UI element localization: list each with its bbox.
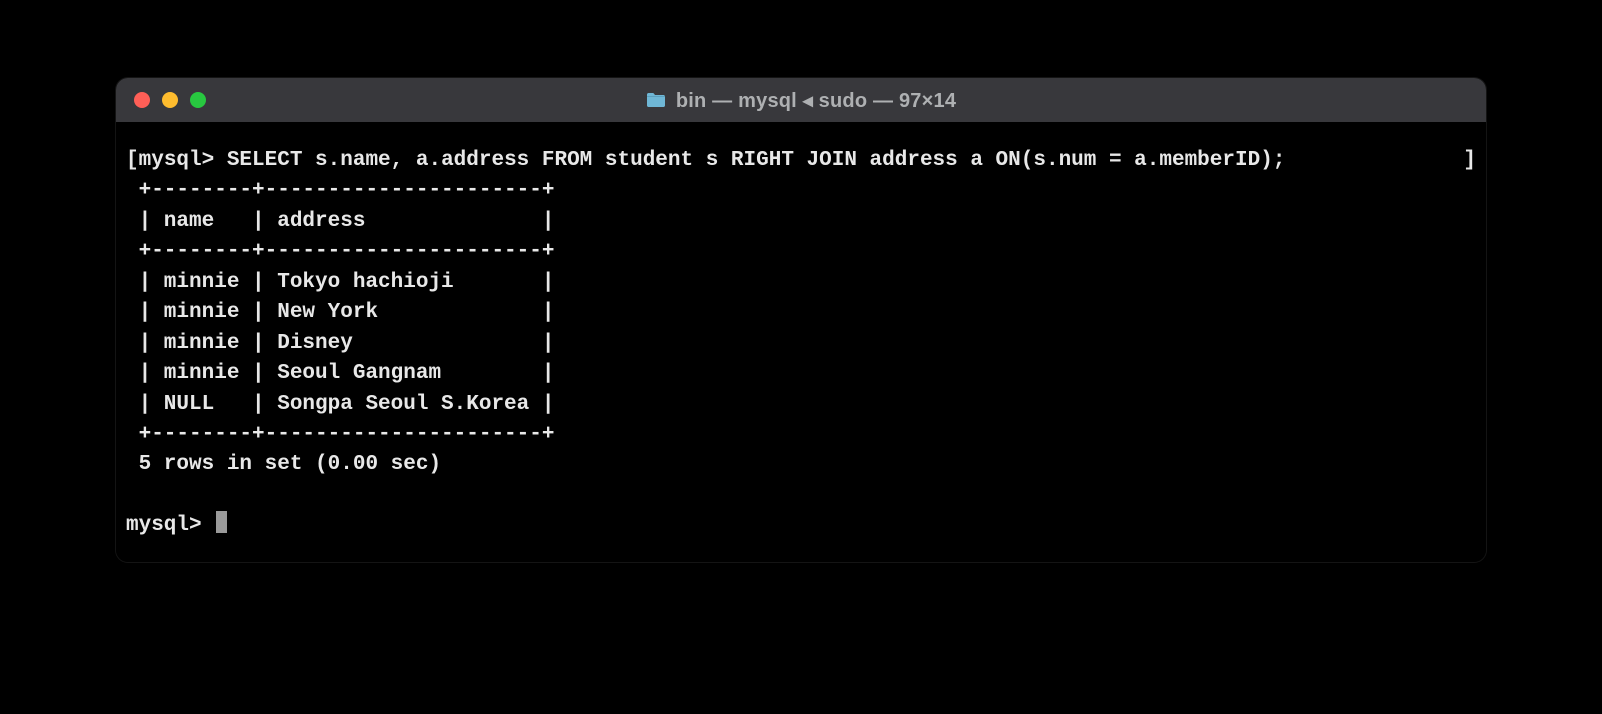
table-row: | minnie | Seoul Gangnam |	[126, 359, 1476, 389]
terminal-body[interactable]: [mysql> SELECT s.name, a.address FROM st…	[116, 122, 1486, 562]
table-row: | NULL | Songpa Seoul S.Korea |	[126, 390, 1476, 420]
table-border: +--------+----------------------+	[126, 176, 1476, 206]
table-row: | minnie | Tokyo hachioji |	[126, 268, 1476, 298]
sql-query: SELECT s.name, a.address FROM student s …	[227, 149, 1286, 172]
result-summary: 5 rows in set (0.00 sec)	[126, 450, 1476, 480]
window-title: bin — mysql ◂ sudo — 97×14	[116, 88, 1486, 113]
folder-icon	[646, 92, 666, 108]
window-title-text: bin — mysql ◂ sudo — 97×14	[676, 88, 956, 113]
zoom-icon[interactable]	[190, 92, 206, 108]
table-border: +--------+----------------------+	[126, 237, 1476, 267]
table-border: +--------+----------------------+	[126, 420, 1476, 450]
table-row: | minnie | Disney |	[126, 329, 1476, 359]
minimize-icon[interactable]	[162, 92, 178, 108]
cursor-icon	[216, 511, 227, 533]
terminal-window: bin — mysql ◂ sudo — 97×14 [mysql> SELEC…	[116, 78, 1486, 562]
prompt-line: mysql>	[126, 511, 1476, 541]
prompt-line: [mysql> SELECT s.name, a.address FROM st…	[126, 146, 1476, 176]
table-row: | minnie | New York |	[126, 298, 1476, 328]
titlebar: bin — mysql ◂ sudo — 97×14	[116, 78, 1486, 122]
blank-line	[126, 481, 1476, 511]
traffic-lights	[134, 92, 206, 108]
table-header: | name | address |	[126, 207, 1476, 237]
close-icon[interactable]	[134, 92, 150, 108]
